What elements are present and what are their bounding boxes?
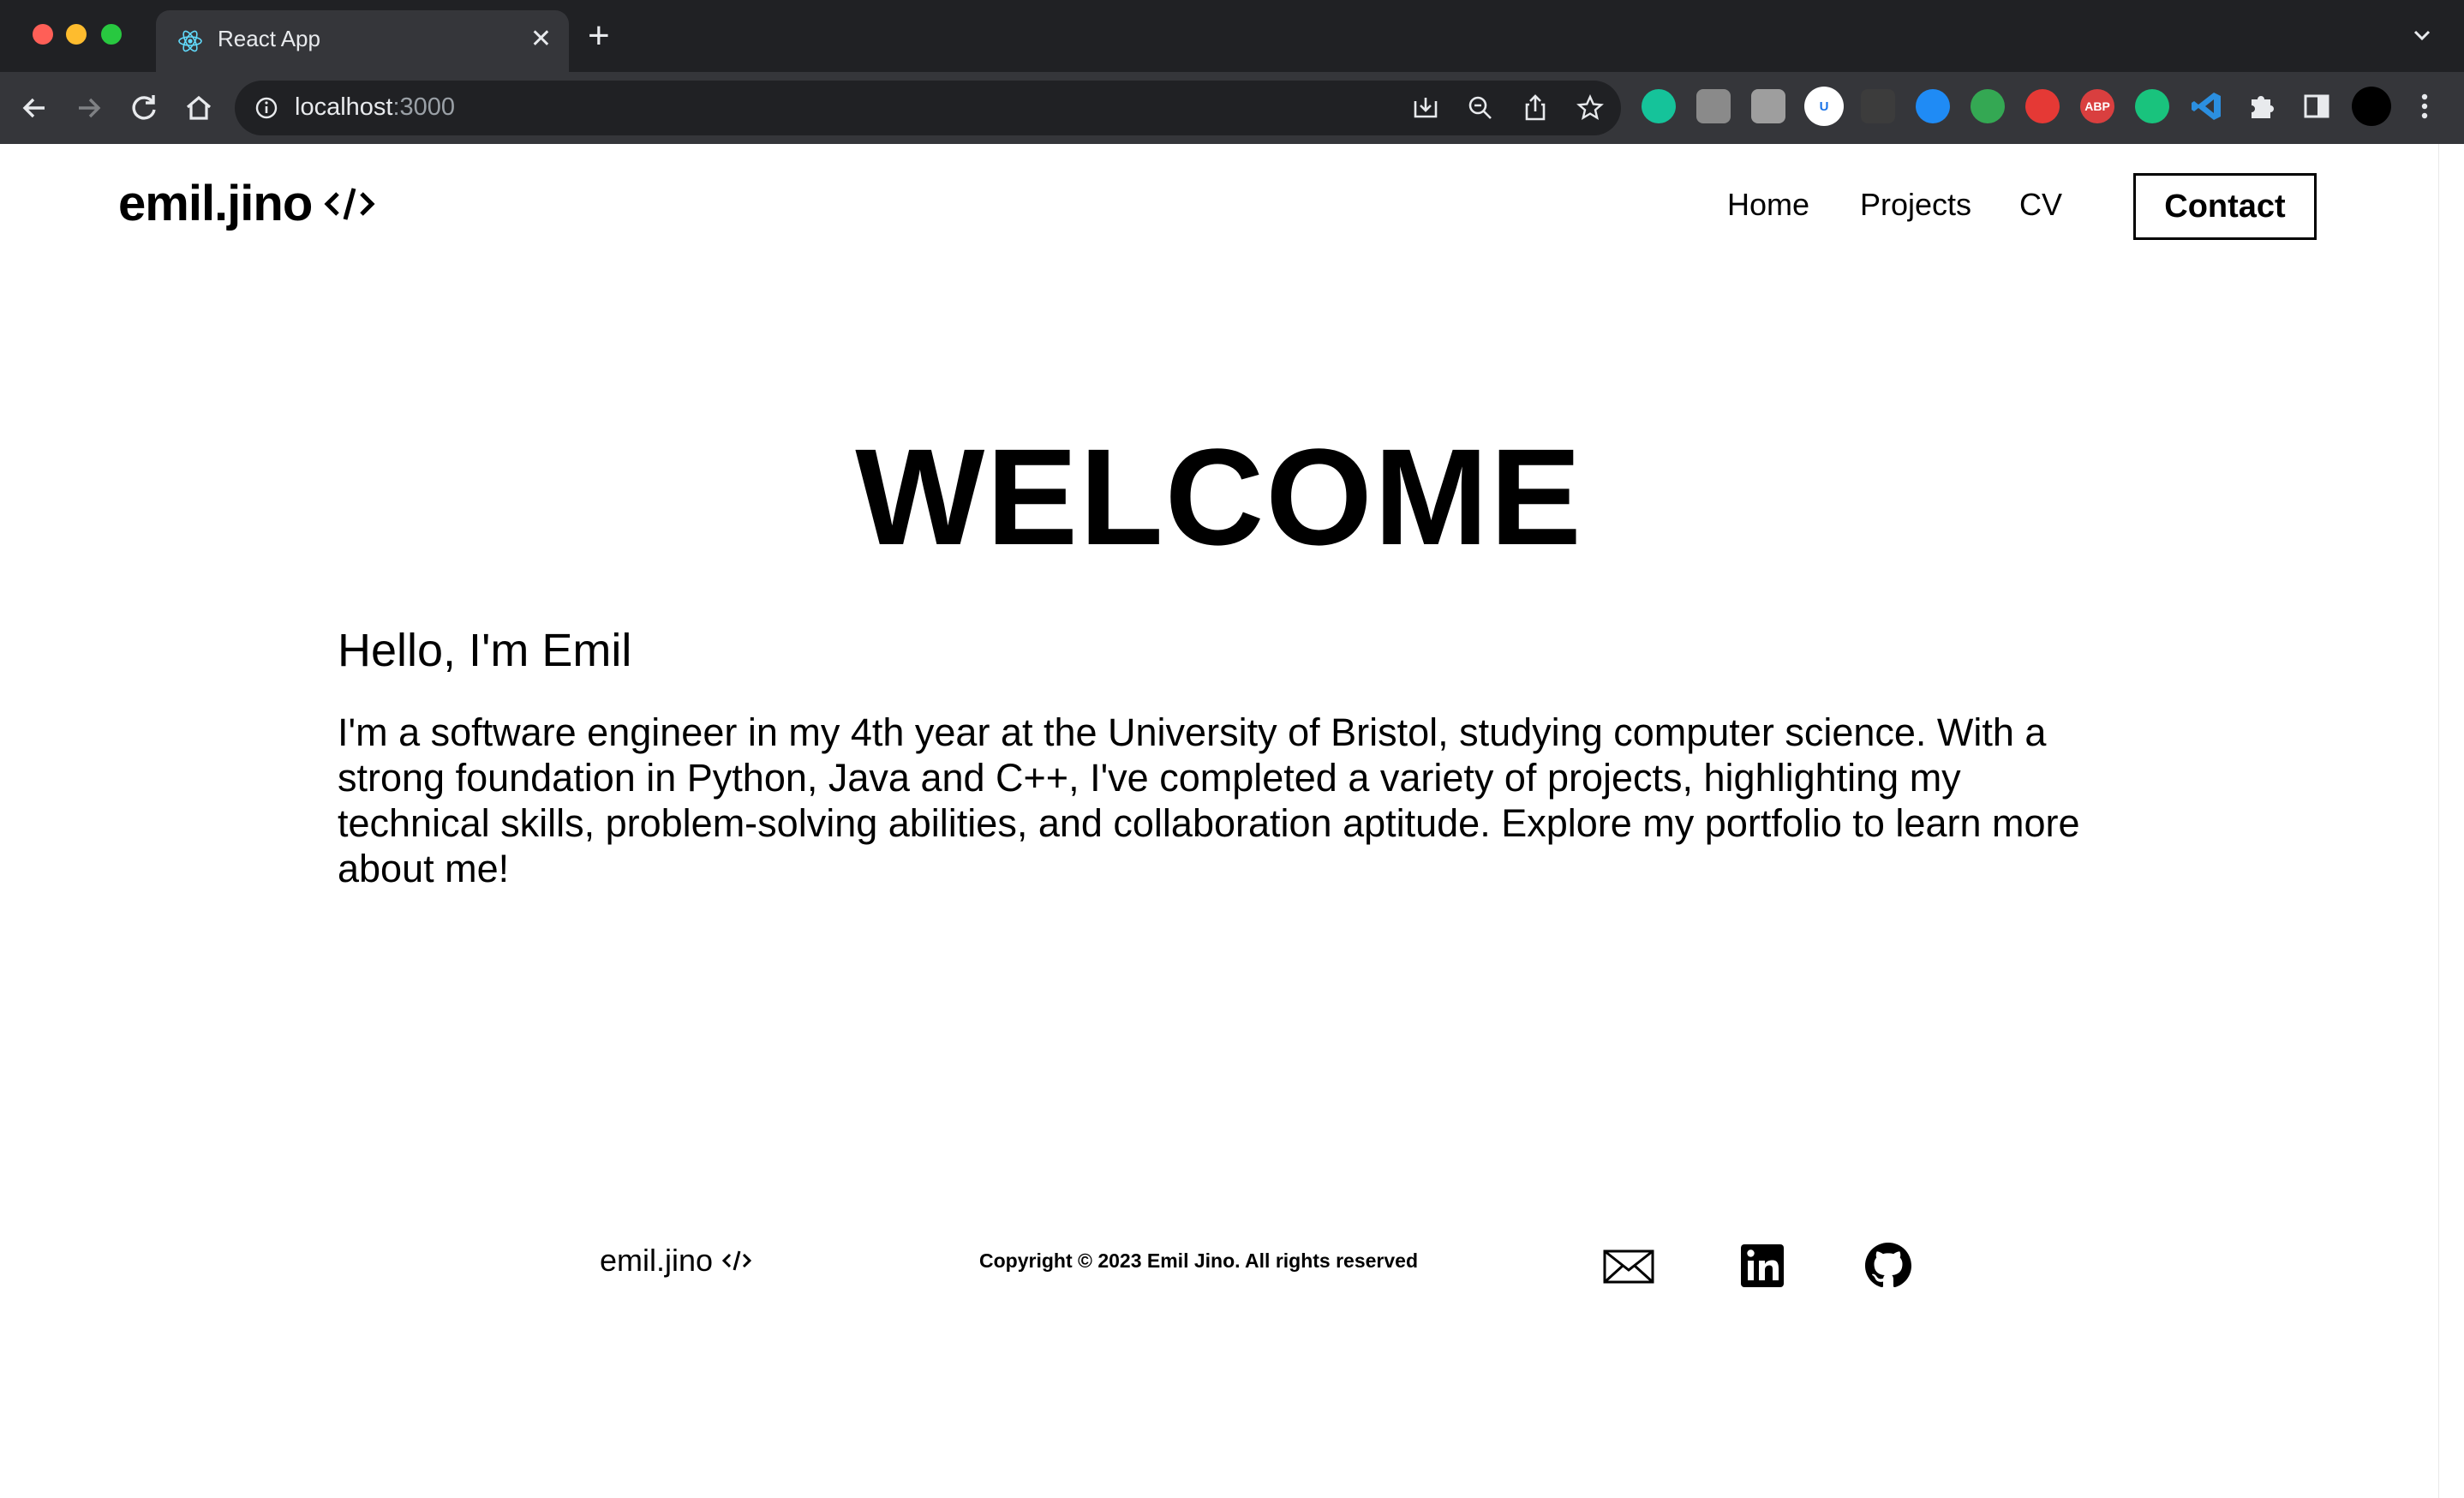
maximize-window-button[interactable] xyxy=(101,24,122,45)
browser-tab[interactable]: React App ✕ xyxy=(156,10,569,72)
bookmark-star-icon[interactable] xyxy=(1575,93,1606,123)
hero-greeting: Hello, I'm Emil xyxy=(338,625,632,676)
tab-title: React App xyxy=(218,26,320,51)
red-extension-icon[interactable] xyxy=(2025,89,2060,123)
extensions-puzzle-icon[interactable] xyxy=(2245,89,2279,123)
nav-home[interactable]: Home xyxy=(1727,187,1809,223)
tab-close-icon[interactable]: ✕ xyxy=(530,24,552,55)
browser-tab-bar: React App ✕ + xyxy=(0,0,2464,72)
adblock-plus-icon[interactable]: ABP xyxy=(2080,89,2114,123)
robot-extension-icon[interactable] xyxy=(1971,89,2005,123)
footer-copyright: Copyright © 2023 Emil Jino. All rights r… xyxy=(979,1249,1419,1272)
github-icon[interactable] xyxy=(1862,1239,1915,1292)
url-text: localhost:3000 xyxy=(295,93,456,121)
address-bar[interactable]: localhost:3000 xyxy=(235,81,1621,135)
nav-cv[interactable]: CV xyxy=(2019,187,2062,223)
forward-arrow-icon[interactable] xyxy=(70,89,108,127)
hero-title: WELCOME xyxy=(855,420,1583,573)
react-icon xyxy=(178,30,202,52)
linkedin-icon[interactable] xyxy=(1736,1239,1789,1292)
extension-2-icon[interactable] xyxy=(1696,89,1731,123)
site-logo[interactable]: emil.jino xyxy=(118,175,375,232)
share-icon[interactable] xyxy=(1520,93,1551,123)
install-app-icon[interactable] xyxy=(1410,93,1441,123)
vscode-icon[interactable] xyxy=(2190,89,2224,123)
minimize-window-button[interactable] xyxy=(66,24,87,45)
footer-logo-text: emil.jino xyxy=(600,1243,714,1278)
reload-icon[interactable] xyxy=(125,89,163,127)
page-scrollbar[interactable] xyxy=(2438,144,2464,1498)
nav-projects[interactable]: Projects xyxy=(1860,187,1971,223)
code-brackets-icon xyxy=(324,187,375,220)
new-tab-button[interactable]: + xyxy=(588,17,610,55)
site-info-icon[interactable] xyxy=(254,95,279,121)
menu-kebab-icon[interactable] xyxy=(2414,89,2435,123)
shazam-icon[interactable] xyxy=(1916,89,1950,123)
code-brackets-icon xyxy=(721,1250,752,1271)
hero-intro: I'm a software engineer in my 4th year a… xyxy=(338,710,2080,890)
tab-search-chevron-icon[interactable] xyxy=(2409,22,2435,48)
profile-avatar[interactable] xyxy=(2352,87,2391,126)
zoom-icon[interactable] xyxy=(1465,93,1496,123)
glasses-extension-icon[interactable] xyxy=(1861,89,1895,123)
chatgpt-icon[interactable] xyxy=(2135,89,2169,123)
page-content: emil.jino Home Projects CV Contact WELCO… xyxy=(0,144,2438,1498)
extension-3-icon[interactable] xyxy=(1751,89,1785,123)
home-icon[interactable] xyxy=(180,89,218,127)
site-logo-text: emil.jino xyxy=(118,176,313,231)
ublock-icon[interactable]: U xyxy=(1804,87,1844,126)
contact-button[interactable]: Contact xyxy=(2133,173,2317,240)
back-arrow-icon[interactable] xyxy=(15,89,53,127)
mail-icon[interactable] xyxy=(1602,1239,1655,1292)
close-window-button[interactable] xyxy=(33,24,53,45)
contact-button-label: Contact xyxy=(2164,188,2286,225)
footer-logo[interactable]: emil.jino xyxy=(600,1243,752,1279)
side-panel-icon[interactable] xyxy=(2300,89,2334,123)
grammarly-icon[interactable] xyxy=(1642,89,1676,123)
